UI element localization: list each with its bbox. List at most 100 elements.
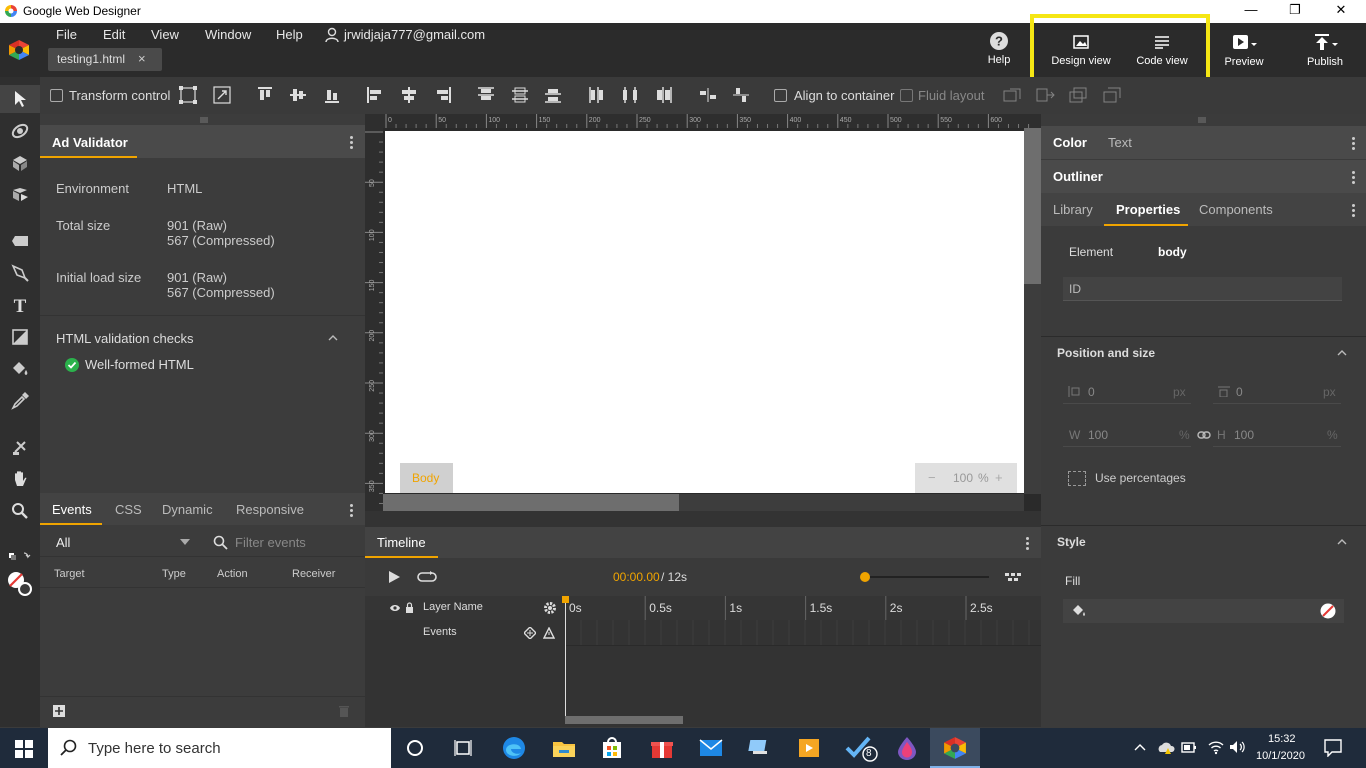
eyedropper-tool-icon[interactable]: [8, 389, 32, 413]
gift-app-icon[interactable]: [650, 736, 674, 760]
eye-icon[interactable]: [389, 603, 401, 613]
height-value[interactable]: 100: [1234, 428, 1254, 442]
add-event-icon[interactable]: [53, 705, 65, 717]
fluid-layout-checkbox[interactable]: [900, 89, 913, 102]
align-bottom-icon[interactable]: [322, 86, 342, 104]
timeline-zoom-thumb[interactable]: [860, 572, 870, 582]
delete-event-icon[interactable]: [339, 705, 349, 717]
more-options-icon[interactable]: [1352, 135, 1356, 152]
3d-translation-tool-icon[interactable]: [8, 151, 32, 175]
tab-events[interactable]: Events: [52, 502, 92, 517]
height-field[interactable]: H 100 %: [1213, 423, 1341, 447]
paint-app-icon[interactable]: [896, 736, 918, 760]
events-filter-select[interactable]: All: [56, 535, 70, 550]
playhead[interactable]: [565, 599, 566, 721]
cortana-icon[interactable]: [406, 739, 424, 757]
filter-events-input[interactable]: Filter events: [235, 535, 306, 550]
add-keyframe-icon[interactable]: [524, 627, 536, 639]
code-view-button[interactable]: Code view: [1126, 31, 1198, 67]
help-button[interactable]: ? Help: [964, 31, 1034, 66]
id-input[interactable]: ID: [1063, 277, 1342, 301]
x-value[interactable]: 0: [1088, 385, 1095, 399]
pin-tool-icon[interactable]: [8, 435, 32, 459]
fill-field[interactable]: [1063, 599, 1344, 623]
transform-control-checkbox[interactable]: [50, 89, 63, 102]
space-horizontal-icon[interactable]: [698, 86, 718, 104]
vertical-scrollbar[interactable]: [1024, 128, 1041, 494]
design-canvas[interactable]: [385, 131, 1024, 493]
edge-icon[interactable]: [502, 736, 526, 760]
battery-icon[interactable]: [1181, 740, 1197, 754]
current-time[interactable]: 00:00.00: [613, 570, 660, 584]
menu-help[interactable]: Help: [276, 27, 303, 42]
use-percentages-label[interactable]: Use percentages: [1095, 471, 1186, 485]
y-value[interactable]: 0: [1236, 385, 1243, 399]
timeline-options-icon[interactable]: [1005, 571, 1021, 583]
taskbar-search[interactable]: Type here to search: [48, 728, 391, 768]
tab-color[interactable]: Color: [1053, 135, 1087, 150]
timeline-title[interactable]: Timeline: [377, 535, 426, 550]
loop-icon[interactable]: [417, 570, 437, 584]
align-left-icon[interactable]: [365, 86, 385, 104]
collapse-chevron-icon[interactable]: [328, 334, 338, 342]
gwd-taskbar-item[interactable]: [930, 728, 980, 768]
shape-tool-icon[interactable]: [8, 325, 32, 349]
tray-chevron-icon[interactable]: [1134, 742, 1146, 752]
dropdown-arrow-icon[interactable]: [180, 539, 190, 545]
3d-rotation-tool-icon[interactable]: [8, 119, 32, 143]
tab-css[interactable]: CSS: [115, 502, 142, 517]
align-middle-icon[interactable]: [288, 86, 308, 104]
use-percentages-icon[interactable]: [1068, 471, 1086, 486]
play-icon[interactable]: [387, 570, 401, 584]
style-title[interactable]: Style: [1057, 535, 1086, 549]
timeline-scroll-thumb[interactable]: [565, 716, 683, 724]
mail-icon[interactable]: [699, 737, 723, 759]
link-dimensions-icon[interactable]: [1197, 430, 1211, 440]
preview-button[interactable]: Preview: [1208, 31, 1280, 68]
validation-checks-title[interactable]: HTML validation checks: [56, 331, 194, 346]
tag-tool-icon[interactable]: [8, 229, 32, 253]
menu-view[interactable]: View: [151, 27, 179, 42]
hand-tool-icon[interactable]: [8, 467, 32, 491]
notifications-icon[interactable]: [1324, 739, 1342, 757]
align-to-container-checkbox[interactable]: [774, 89, 787, 102]
align-center-icon[interactable]: [399, 86, 419, 104]
menu-edit[interactable]: Edit: [103, 27, 125, 42]
minimize-button[interactable]: —: [1236, 2, 1266, 17]
distribute-center-icon[interactable]: [620, 86, 640, 104]
weather-icon[interactable]: [1156, 738, 1176, 756]
publish-button[interactable]: Publish: [1289, 31, 1361, 68]
y-position-field[interactable]: 0 px: [1213, 380, 1341, 404]
pen-tool-icon[interactable]: [8, 261, 32, 285]
user-account[interactable]: jrwidjaja777@gmail.com: [344, 27, 485, 42]
tab-properties[interactable]: Properties: [1116, 202, 1180, 217]
distribute-middle-icon[interactable]: [510, 86, 530, 104]
distribute-bottom-icon[interactable]: [543, 86, 563, 104]
windows-start-icon[interactable]: [15, 740, 33, 758]
breadcrumb[interactable]: Body: [400, 463, 453, 493]
timeline-ruler[interactable]: 0s 0.5s 1s 1.5s 2s 2.5s: [565, 596, 1041, 646]
tab-dynamic[interactable]: Dynamic: [162, 502, 213, 517]
selection-tool-icon[interactable]: [8, 87, 32, 111]
layout-option-2-icon[interactable]: [1035, 86, 1055, 104]
devices-app-icon[interactable]: [748, 736, 772, 760]
more-options-icon[interactable]: [350, 134, 354, 151]
zoom-tool-icon[interactable]: [8, 499, 32, 523]
layout-option-1-icon[interactable]: [1002, 86, 1022, 104]
space-vertical-icon[interactable]: [731, 86, 751, 104]
warning-icon[interactable]: [543, 627, 555, 639]
todo-app-icon[interactable]: [845, 734, 879, 762]
horizontal-scroll-thumb[interactable]: [383, 494, 679, 511]
text-tool-icon[interactable]: T: [8, 293, 32, 317]
no-fill-stroke-icon[interactable]: [6, 571, 34, 597]
collapse-chevron-icon[interactable]: [1337, 349, 1347, 357]
zoom-out-button[interactable]: −: [928, 470, 936, 485]
3d-object-tool-icon[interactable]: [8, 183, 32, 207]
tab-text[interactable]: Text: [1108, 135, 1132, 150]
timeline-zoom-track[interactable]: [861, 576, 989, 578]
clock-date[interactable]: 10/1/2020: [1256, 750, 1305, 762]
zoom-in-button[interactable]: +: [995, 470, 1003, 485]
breadcrumb-body[interactable]: Body: [412, 471, 439, 485]
fill-tool-icon[interactable]: [8, 357, 32, 381]
tab-responsive[interactable]: Responsive: [236, 502, 304, 517]
